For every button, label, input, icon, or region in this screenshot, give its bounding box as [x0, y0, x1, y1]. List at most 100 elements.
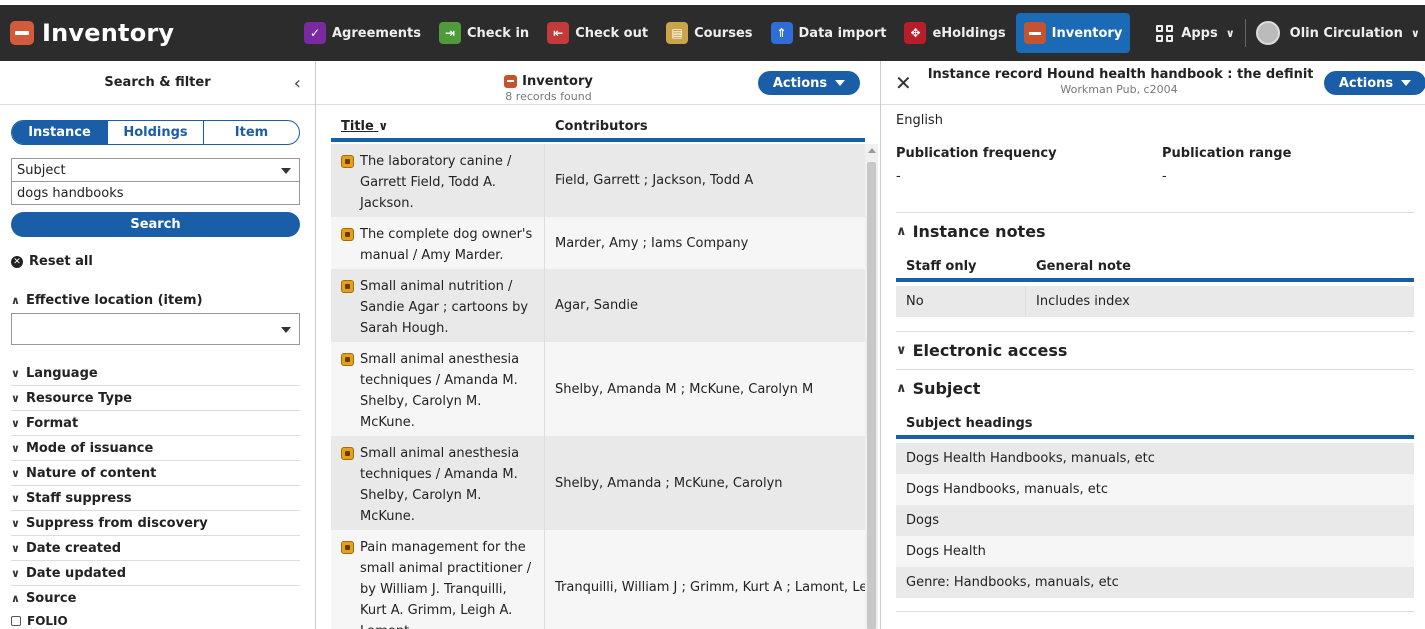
facet-suppress-from-discovery[interactable]: ∨ Suppress from discovery	[11, 511, 300, 536]
check-in-icon: ⇥	[438, 22, 461, 44]
facet-date-updated[interactable]: ∨ Date updated	[11, 561, 300, 586]
chevron-down-icon: ∨	[1410, 26, 1420, 40]
divider	[896, 369, 1414, 370]
row-contributors: Agar, Sandie	[555, 298, 639, 313]
collapse-pane-icon[interactable]: ‹	[294, 73, 301, 94]
facet-list: ∨ Language ∨ Resource Type ∨ Format ∨ Mode o…	[11, 361, 300, 611]
row-title: Small animal anesthesia techniques / Ama…	[360, 352, 520, 430]
close-icon[interactable]: ✕	[895, 71, 912, 95]
segment-item[interactable]: Item	[204, 121, 299, 144]
table-row[interactable]: Pain management for the small animal pra…	[331, 530, 865, 629]
actions-label: Actions	[772, 75, 828, 91]
results-actions-button[interactable]: Actions	[758, 71, 860, 95]
apps-menu-button[interactable]: Apps ∨	[1156, 24, 1235, 42]
user-label: Olin Circulation	[1289, 25, 1403, 41]
search-field-select[interactable]: Subject	[11, 158, 300, 182]
chevron-down-icon: ∨	[11, 366, 20, 380]
segment-instance[interactable]: Instance	[12, 121, 108, 144]
app-eholdings[interactable]: ✥ eHoldings	[896, 13, 1013, 53]
apps-menu-label: Apps	[1181, 25, 1218, 41]
row-title: Small animal anesthesia techniques / Ama…	[360, 446, 520, 524]
facet-staff-suppress[interactable]: ∨ Staff suppress	[11, 486, 300, 511]
chevron-down-icon: ∨	[11, 441, 20, 455]
segment-control: Instance Holdings Item	[11, 120, 300, 145]
instance-notes-accordion[interactable]: ∧ Instance notes	[896, 222, 1046, 241]
chevron-down-icon: ∨	[11, 491, 20, 505]
results-scrollbar[interactable]	[865, 144, 878, 629]
brand-title: Inventory	[42, 19, 175, 47]
publication-frequency-label: Publication frequency	[896, 146, 1057, 161]
facet-source[interactable]: ∧ Source	[11, 586, 300, 611]
facet-format[interactable]: ∨ Format	[11, 411, 300, 436]
electronic-access-accordion[interactable]: ∨ Electronic access	[896, 341, 1067, 360]
reset-all-button[interactable]: ✕ Reset all	[11, 254, 93, 269]
divider	[896, 212, 1414, 213]
table-row[interactable]: Small animal anesthesia techniques / Ama…	[331, 342, 865, 436]
scrollbar-thumb[interactable]	[867, 162, 876, 629]
divider	[896, 331, 1414, 332]
brand[interactable]: Inventory	[10, 19, 290, 47]
table-row[interactable]: Small animal anesthesia techniques / Ama…	[331, 436, 865, 530]
chevron-down-icon: ∨	[896, 343, 907, 358]
search-input[interactable]: dogs handbooks	[11, 181, 300, 205]
app-courses[interactable]: ▤ Courses	[658, 13, 760, 53]
facet-label: Date created	[25, 540, 122, 556]
facet-label: Source	[25, 591, 77, 606]
table-row[interactable]: The complete dog owner's manual / Amy Ma…	[331, 217, 865, 269]
facet-language[interactable]: ∨ Language	[11, 361, 300, 386]
app-data-import[interactable]: ⇑ Data import	[763, 13, 895, 53]
source-folio-checkbox[interactable]: FOLIO	[11, 614, 68, 628]
facet-label: Staff suppress	[25, 490, 132, 506]
column-header-title[interactable]: Title ∨	[331, 119, 545, 134]
instance-icon	[341, 228, 354, 241]
search-button[interactable]: Search	[11, 212, 300, 237]
facet-date-created[interactable]: ∨ Date created	[11, 536, 300, 561]
facet-mode-of-issuance[interactable]: ∨ Mode of issuance	[11, 436, 300, 461]
subject-table-header: Subject headings	[896, 411, 1414, 439]
effective-location-select[interactable]	[11, 313, 300, 345]
section-heading: Instance notes	[912, 222, 1046, 241]
chevron-down-icon: ∨	[11, 541, 20, 555]
facet-label: Mode of issuance	[25, 440, 154, 456]
filter-pane-header: Search & filter ‹	[0, 61, 315, 105]
divider	[1244, 19, 1246, 47]
instance-detail-pane: ✕ Instance record Hound health handbook …	[881, 61, 1425, 629]
language-value: English	[896, 113, 943, 128]
table-row: No Includes index	[896, 286, 1414, 317]
app-check-out[interactable]: ⇤ Check out	[539, 13, 656, 53]
section-heading: Subject	[912, 379, 981, 398]
app-label: eHoldings	[932, 25, 1006, 41]
instance-icon	[341, 280, 354, 293]
results-pane-header: Inventory 8 records found Actions	[316, 61, 880, 105]
facet-label: Nature of content	[25, 465, 157, 481]
app-label: Check out	[575, 25, 649, 41]
row-contributors: Shelby, Amanda ; McKune, Carolyn	[555, 475, 783, 491]
facet-label: Suppress from discovery	[25, 515, 208, 531]
table-row: Dogs	[896, 505, 1414, 536]
column-title-label: Title	[341, 119, 374, 134]
subject-accordion[interactable]: ∧ Subject	[896, 379, 980, 398]
row-contributors: Field, Garrett ; Jackson, Todd A	[555, 173, 754, 188]
column-header-contributors[interactable]: Contributors	[545, 119, 648, 134]
table-row[interactable]: Small animal nutrition / Sandie Agar ; c…	[331, 269, 865, 342]
detail-actions-button[interactable]: Actions	[1324, 71, 1425, 95]
publication-range-label: Publication range	[1162, 146, 1292, 161]
results-table-header: Title ∨ Contributors	[331, 115, 865, 142]
caret-down-icon	[1401, 80, 1412, 86]
table-row[interactable]: The laboratory canine / Garrett Field, T…	[331, 144, 865, 217]
search-input-value: dogs handbooks	[17, 185, 124, 201]
app-label: Agreements	[332, 25, 421, 41]
chevron-up-icon: ∧	[11, 592, 20, 605]
app-label: Courses	[694, 25, 753, 41]
scroll-up-icon[interactable]	[868, 148, 876, 153]
app-agreements[interactable]: ✓ Agreements	[296, 13, 429, 53]
app-inventory[interactable]: Inventory	[1015, 13, 1131, 53]
facet-resource-type[interactable]: ∨ Resource Type	[11, 386, 300, 411]
user-menu-button[interactable]: Olin Circulation ∨	[1255, 21, 1420, 45]
facet-nature-of-content[interactable]: ∨ Nature of content	[11, 461, 300, 486]
staff-only-value: No	[896, 286, 1026, 317]
app-check-in[interactable]: ⇥ Check in	[431, 13, 537, 53]
segment-holdings[interactable]: Holdings	[108, 121, 204, 144]
effective-location-accordion[interactable]: ∧ Effective location (item)	[11, 293, 203, 308]
chevron-down-icon: ∨	[1225, 26, 1235, 40]
